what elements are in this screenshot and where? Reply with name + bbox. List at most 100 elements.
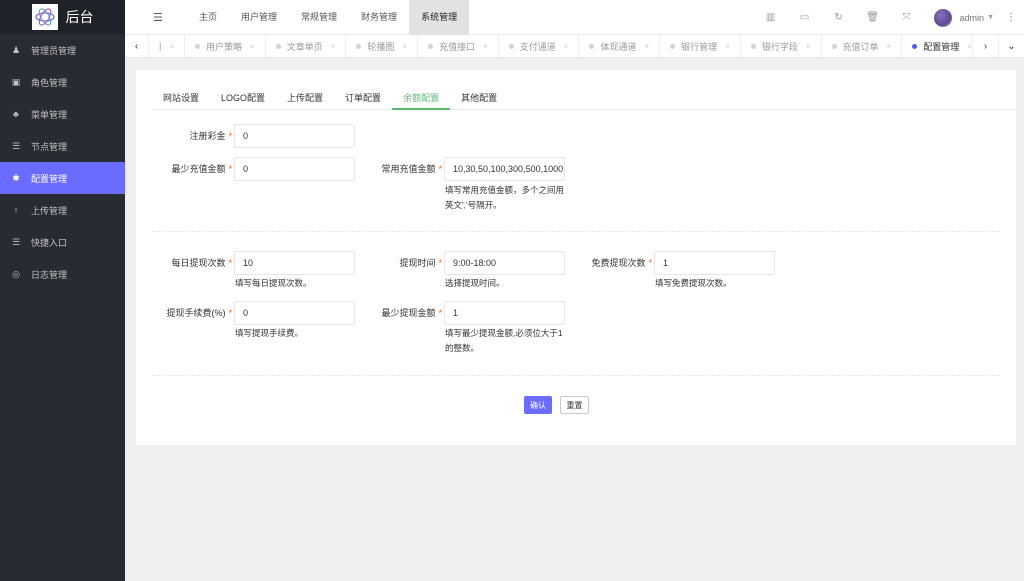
withdraw-fee-input[interactable]: 0 (234, 301, 355, 325)
close-icon[interactable]: × (331, 42, 336, 51)
sidebar-item-label: 角色管理 (31, 77, 68, 88)
sidebar-item-label: 配置管理 (31, 173, 68, 184)
username[interactable]: admin (960, 13, 985, 23)
tab-label: 轮播图 (367, 41, 395, 52)
page-tab[interactable]: | × (149, 35, 186, 57)
reset-button[interactable]: 重置 (560, 396, 589, 414)
sidebar-item[interactable]: ↑ 上传管理 (0, 194, 125, 226)
logo-icon (31, 4, 58, 30)
register-bonus-input[interactable]: 0 (234, 124, 355, 148)
daily-withdraw-count-input[interactable]: 10 (234, 251, 355, 275)
close-icon[interactable]: × (644, 42, 649, 51)
trash-icon[interactable]: 🗑 (856, 12, 890, 23)
page-tab[interactable]: 轮播图 × (346, 35, 419, 57)
min-withdraw-help: 填写最少提现金额,必须位大于1的整数。 (445, 328, 563, 353)
close-icon[interactable]: × (483, 42, 488, 51)
page-tab[interactable]: 用户策略 × (185, 35, 266, 57)
page-tab[interactable]: 支付通道 × (499, 35, 580, 57)
sidebar-item[interactable]: ▣ 角色管理 (0, 66, 125, 98)
tab-label: 体现通道 (600, 41, 637, 52)
top-nav-item[interactable]: 系统管理 (409, 0, 470, 35)
page-tab[interactable]: 充值接口 × (418, 35, 499, 57)
tabs-dropdown-icon[interactable]: ⌄ (998, 35, 1024, 57)
top-nav-item[interactable]: 财务管理 (349, 0, 409, 35)
sidebar-item-label: 菜单管理 (31, 109, 68, 120)
tab-dot-icon (275, 43, 281, 49)
sidebar-item-label: 上传管理 (31, 205, 68, 216)
config-tab[interactable]: LOGO配置 (210, 86, 276, 109)
page-tab[interactable]: 银行字段 × (741, 35, 822, 57)
page-tab[interactable]: 配置管理 × (902, 35, 972, 57)
top-nav-item[interactable]: 常规管理 (289, 0, 349, 35)
min-recharge-label: 最少充值金额 * (171, 164, 232, 174)
logo[interactable]: 后台 (0, 0, 125, 34)
close-icon[interactable]: × (169, 42, 174, 51)
config-tab[interactable]: 网站设置 (152, 86, 210, 109)
page-tab[interactable]: 体现通道 × (579, 35, 661, 57)
common-recharge-help: 填写常用充值金额，多个之间用英文','号隔开。 (445, 185, 565, 210)
close-icon[interactable]: × (564, 42, 569, 51)
close-icon[interactable]: × (806, 42, 811, 51)
tree-icon: ♣ (13, 109, 19, 119)
user-icon: ♟ (11, 44, 21, 55)
free-withdraw-count-input[interactable]: 1 (654, 251, 775, 275)
tabs-scroll-left-icon[interactable]: ‹ (125, 35, 149, 57)
sidebar-item-label: 快捷入口 (31, 237, 68, 248)
refresh-icon[interactable]: ↻ (822, 12, 856, 23)
top-header: ☰ 主页 用户管理 常规管理 财务管理 系统管理 ▥ ▭ ↻ 🗑 ⤧ admin ▼ ⋮ (125, 0, 1024, 35)
top-nav-item[interactable]: 主页 (187, 0, 229, 35)
config-tab[interactable]: 订单配置 (334, 86, 392, 109)
page-tab[interactable]: 银行管理 × (660, 35, 741, 57)
common-recharge-input[interactable]: 10,30,50,100,300,500,1000,2000 (444, 157, 565, 181)
config-tab[interactable]: 其他配置 (450, 86, 508, 109)
withdraw-time-input[interactable]: 9:00-18:00 (444, 251, 565, 275)
tab-dot-icon (428, 43, 434, 49)
config-tabs: 网站设置 LOGO配置 上传配置 订单配置 余额配置 其他配置 (152, 86, 1016, 110)
free-withdraw-count-help: 填写免费提现次数。 (655, 278, 732, 288)
tabs-scroll-right-icon[interactable]: › (972, 35, 998, 57)
more-icon[interactable]: ⋮ (1006, 12, 1016, 23)
caret-down-icon[interactable]: ▼ (987, 14, 994, 21)
asterisk-icon: ✱ (12, 172, 20, 183)
page-tab[interactable]: 文章单页 × (266, 35, 347, 57)
sidebar-item[interactable]: ☰ 快捷入口 (0, 226, 125, 258)
top-nav-item[interactable]: 用户管理 (229, 0, 289, 35)
min-withdraw-input[interactable]: 1 (444, 301, 565, 325)
arrow-up-icon: ↑ (13, 205, 19, 215)
confirm-button[interactable]: 确认 (524, 396, 552, 414)
close-icon[interactable]: × (250, 42, 255, 51)
sidebar-item[interactable]: ◎ 日志管理 (0, 258, 125, 290)
tab-dot-icon (912, 43, 918, 49)
tab-dot-icon (670, 43, 676, 49)
chart-icon[interactable]: ▥ (754, 12, 788, 23)
card-icon[interactable]: ▭ (788, 12, 822, 23)
config-tab[interactable]: 上传配置 (276, 86, 334, 109)
fullscreen-icon[interactable]: ⤧ (890, 12, 924, 23)
sidebar-item[interactable]: ♣ 菜单管理 (0, 98, 125, 130)
page-tab[interactable]: 充值订单 × (822, 35, 903, 57)
tab-label: 银行管理 (681, 41, 718, 52)
withdraw-fee-label: 提现手续费(%) * (166, 308, 232, 318)
config-tab[interactable]: 余额配置 (392, 86, 451, 110)
tab-dot-icon (589, 43, 595, 49)
withdraw-time-help: 选择提现时间。 (445, 278, 505, 288)
min-withdraw-label: 最少提现金额 * (381, 308, 442, 318)
common-recharge-label: 常用充值金额 * (381, 164, 442, 174)
min-recharge-input[interactable]: 0 (234, 157, 355, 181)
sidebar-item[interactable]: ♟ 管理员管理 (0, 34, 125, 66)
close-icon[interactable]: × (402, 42, 407, 51)
sidebar-item-label: 节点管理 (31, 141, 68, 152)
close-icon[interactable]: × (887, 42, 892, 51)
close-icon[interactable]: × (725, 42, 730, 51)
register-bonus-label: 注册彩金 * (189, 131, 232, 141)
open-tabs: | × 用户策略 × 文章单页 × 轮播图 × 充值接口 × 支付通道 × 体现通道 × 银行管理 × 银行字段… (149, 35, 972, 57)
tab-label: 充值订单 (842, 41, 879, 52)
sidebar-item-label: 管理员管理 (31, 45, 77, 56)
tab-label: | (159, 41, 162, 51)
sidebar-item[interactable]: ☰ 节点管理 (0, 130, 125, 162)
sidebar-item[interactable]: ✱ 配置管理 (0, 162, 125, 194)
avatar[interactable] (933, 8, 952, 27)
tab-label: 文章单页 (286, 41, 323, 52)
brand-title: 后台 (65, 9, 94, 25)
menu-toggle-icon[interactable]: ☰ (153, 11, 163, 24)
